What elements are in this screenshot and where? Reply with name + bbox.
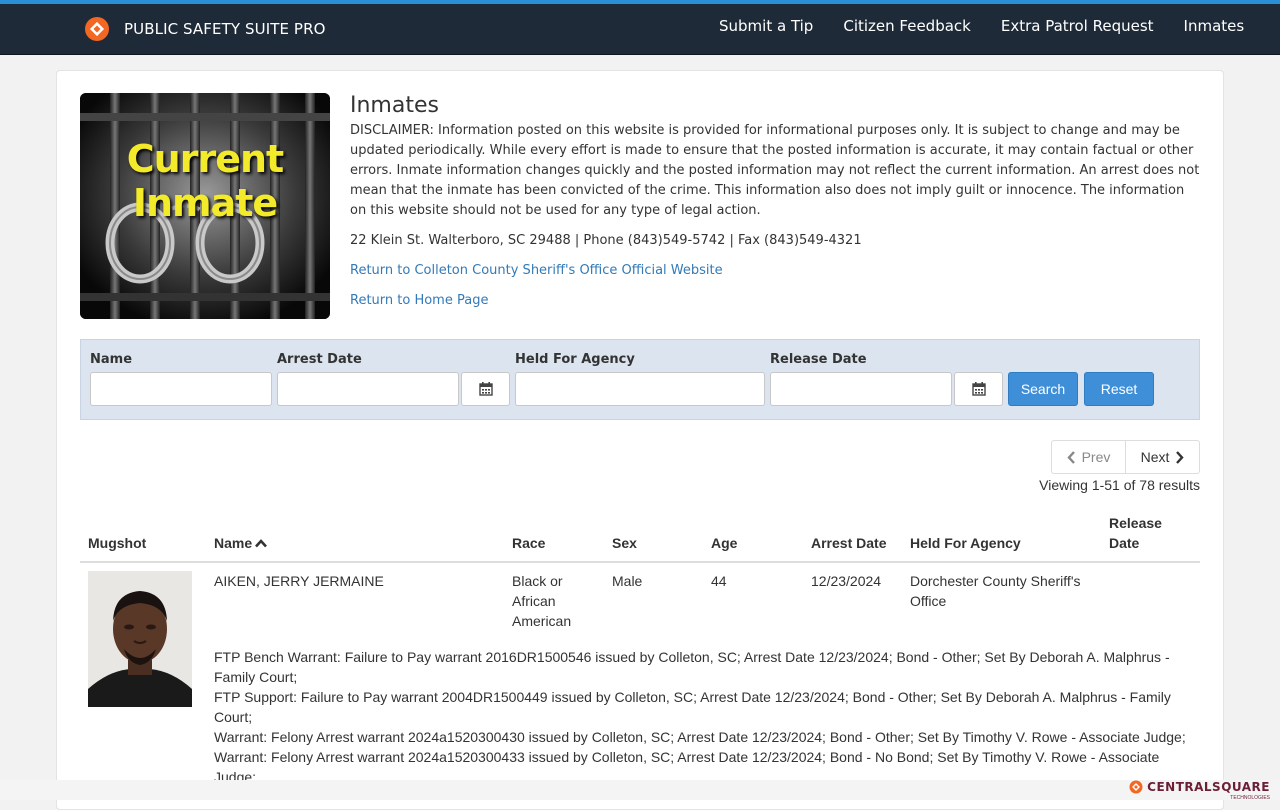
release-date-label: Release Date [770,352,867,367]
current-inmate-image: Current Inmate [80,93,330,319]
centralsquare-logo[interactable]: CENTRALSQUARE [1129,780,1270,794]
arrest-date-input[interactable] [277,372,459,406]
search-button[interactable]: Search [1008,372,1078,406]
inmate-arrest-date: 12/23/2024 [811,573,882,589]
footer-bar [0,780,1280,800]
next-page-button[interactable]: Next [1126,441,1199,473]
search-panel: Name Arrest Date Held For Agency Release… [80,339,1200,420]
arrest-date-calendar-button[interactable] [461,372,510,406]
held-for-agency-label: Held For Agency [515,352,635,367]
calendar-icon [478,382,493,396]
next-label: Next [1140,449,1170,465]
nav-submit-tip[interactable]: Submit a Tip [719,17,813,35]
charge-item: FTP Bench Warrant: Failure to Pay warran… [214,649,1170,685]
name-label: Name [90,352,133,367]
pagination: Prev Next [1051,440,1200,474]
centralsquare-logo-icon [1129,780,1143,794]
charges-list: FTP Bench Warrant: Failure to Pay warran… [214,647,1194,787]
main-nav: Submit a Tip Citizen Feedback Extra Patr… [719,17,1244,35]
calendar-icon [971,382,986,396]
sort-ascending-icon [255,538,268,547]
col-header-arrest-date: Arrest Date [811,535,887,551]
col-header-held-for-agency: Held For Agency [910,535,1021,551]
brand[interactable]: PUBLIC SAFETY SUITE PRO [84,14,326,44]
mugshot-illustration [88,571,192,707]
col-header-mugshot: Mugshot [88,535,147,551]
mugshot-image[interactable] [88,571,192,707]
office-address: 22 Klein St. Walterboro, SC 29488 | Phon… [350,233,862,248]
release-date-calendar-button[interactable] [954,372,1003,406]
arrest-date-label: Arrest Date [277,352,362,367]
col-header-race: Race [512,535,546,551]
reset-button[interactable]: Reset [1084,372,1154,406]
chevron-left-icon [1066,450,1075,464]
col-header-release-date: Release Date [1109,515,1162,551]
page-title: Inmates [350,93,439,118]
prev-page-button[interactable]: Prev [1052,441,1126,473]
table-header-divider [80,561,1200,563]
home-page-link[interactable]: Return to Home Page [350,291,1200,311]
inmate-name[interactable]: AIKEN, JERRY JERMAINE [214,571,384,591]
held-for-agency-select[interactable] [515,372,765,406]
inmate-held-for-agency: Dorchester County Sheriff's Office [910,573,1081,609]
inmate-age: 44 [711,573,727,589]
nav-inmates[interactable]: Inmates [1184,17,1245,35]
navbar: PUBLIC SAFETY SUITE PRO Submit a Tip Cit… [0,4,1280,55]
release-date-input[interactable] [770,372,952,406]
nav-citizen-feedback[interactable]: Citizen Feedback [843,17,971,35]
brand-logo-icon [85,17,109,41]
col-header-sex: Sex [612,535,637,551]
brand-name: PUBLIC SAFETY SUITE PRO [124,20,326,38]
chevron-right-icon [1176,450,1185,464]
col-header-name[interactable]: Name [214,533,268,553]
page-info: Inmates DISCLAIMER: Information posted o… [350,93,1200,311]
vendor-name: CENTRALSQUARE [1147,780,1270,794]
prev-label: Prev [1081,449,1111,465]
col-header-age: Age [711,535,738,551]
results-count: Viewing 1-51 of 78 results [1039,477,1200,493]
hero-image-caption: Current Inmate [126,137,284,225]
inmate-sex: Male [612,573,643,589]
charge-item: Warrant: Felony Arrest warrant 2024a1520… [214,729,1186,745]
disclaimer-text: DISCLAIMER: Information posted on this w… [350,123,1200,218]
nav-extra-patrol-request[interactable]: Extra Patrol Request [1001,17,1154,35]
vendor-subtitle: TECHNOLOGIES [1230,795,1270,801]
sheriff-website-link[interactable]: Return to Colleton County Sheriff's Offi… [350,261,1200,281]
col-header-name-label: Name [214,535,253,551]
charge-item: FTP Support: Failure to Pay warrant 2004… [214,689,1171,725]
name-input[interactable] [90,372,272,406]
inmate-race: Black or African American [512,573,572,629]
